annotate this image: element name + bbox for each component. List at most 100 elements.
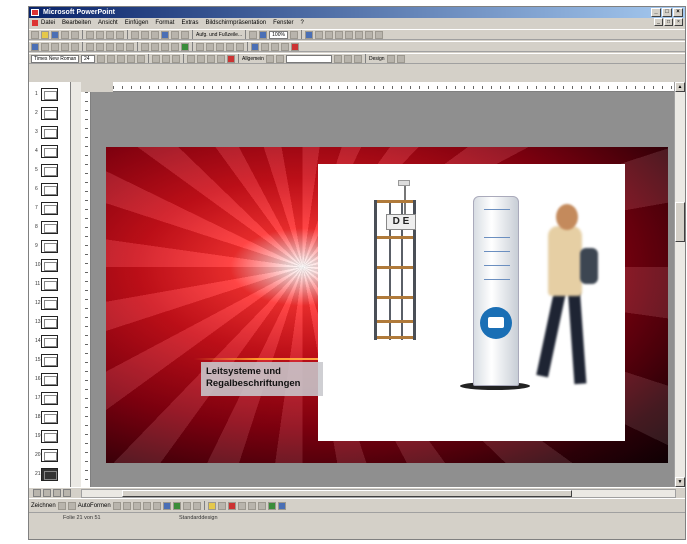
font-color-tool-icon[interactable] <box>227 501 236 510</box>
vertical-ruler[interactable] <box>81 92 91 487</box>
shadow-icon[interactable] <box>116 42 124 51</box>
arrow-icon[interactable] <box>333 54 342 63</box>
format-painter-icon[interactable] <box>116 30 124 39</box>
copy-icon[interactable] <box>96 30 104 39</box>
reset-picture-icon[interactable] <box>281 42 289 51</box>
help-icon[interactable] <box>289 30 298 39</box>
slide-thumbnail-image[interactable] <box>41 88 58 101</box>
slide-thumbnail[interactable]: 1 <box>35 88 65 102</box>
close-button[interactable]: × <box>673 8 683 17</box>
line-style-icon[interactable] <box>86 42 94 51</box>
rehearse-icon[interactable] <box>236 42 244 51</box>
slide-thumbnail[interactable]: 8 <box>35 221 65 235</box>
paste-icon[interactable] <box>106 30 114 39</box>
font-color-icon[interactable] <box>227 54 235 63</box>
slide-thumbnail-image[interactable] <box>41 392 58 405</box>
menu-extras[interactable]: Extras <box>181 20 198 26</box>
slide-thumbnail-image[interactable] <box>41 259 58 272</box>
insert-picture-icon[interactable] <box>192 501 201 510</box>
expand-icon[interactable] <box>259 30 268 39</box>
slide-thumbnail[interactable]: 11 <box>35 278 65 292</box>
doc-close-button[interactable]: × <box>674 18 683 26</box>
align-left-icon[interactable] <box>152 54 160 63</box>
draw-menu-button[interactable]: Zeichnen <box>31 503 56 509</box>
slide-thumbnail[interactable]: 20 <box>35 449 65 463</box>
slide-thumbnail-image[interactable] <box>41 145 58 158</box>
arrow-tool-icon[interactable] <box>122 501 131 510</box>
slide-thumbnail[interactable]: 10 <box>35 259 65 273</box>
slide-thumbnail-image[interactable] <box>41 164 58 177</box>
alignment-combo[interactable]: Allgemein <box>242 56 264 62</box>
wrap-icon[interactable] <box>261 42 269 51</box>
slide-thumbnail[interactable]: 3 <box>35 126 65 140</box>
italic-icon[interactable] <box>117 54 125 63</box>
product-photo[interactable]: D E <box>318 164 625 441</box>
increase-font-icon[interactable] <box>207 54 215 63</box>
slide-thumbnail-selected[interactable]: 21 <box>35 468 65 482</box>
slide-thumbnail[interactable]: 4 <box>35 145 65 159</box>
slide-editing-area[interactable]: D E Leitsysteme und Regalbeschriftungen <box>91 92 685 487</box>
slide-show-icon[interactable] <box>216 42 224 51</box>
show-markup-icon[interactable] <box>334 30 343 39</box>
arrow-style-icon[interactable] <box>106 42 114 51</box>
table-icon[interactable] <box>161 30 169 39</box>
font-size-combo[interactable]: 24 <box>81 54 95 63</box>
header-footer-button[interactable]: Aufg. und Fußzeile... <box>196 32 242 38</box>
slide-sorter-icon[interactable] <box>53 489 61 497</box>
font-name-combo[interactable]: Times New Roman <box>31 54 79 63</box>
accept-change-icon[interactable] <box>354 30 363 39</box>
align-icon[interactable] <box>51 42 59 51</box>
slide-thumbnail-image[interactable] <box>41 240 58 253</box>
select-objects-icon[interactable] <box>57 501 66 510</box>
arrow-style-tool-icon[interactable] <box>257 501 266 510</box>
review-icon[interactable] <box>314 30 323 39</box>
rotate-icon[interactable] <box>41 42 49 51</box>
slide-thumbnail[interactable]: 18 <box>35 411 65 425</box>
scroll-down-arrow-icon[interactable]: ▼ <box>675 477 685 487</box>
slides-panel-scrollbar[interactable] <box>71 82 81 487</box>
slide-thumbnail[interactable]: 6 <box>35 183 65 197</box>
wordart-icon[interactable] <box>162 501 171 510</box>
slide-thumbnail[interactable]: 16 <box>35 373 65 387</box>
slide-thumbnail-image[interactable] <box>41 202 58 215</box>
slide-thumbnail[interactable]: 5 <box>35 164 65 178</box>
menu-einfuegen[interactable]: Einfügen <box>125 20 149 26</box>
slide-thumbnail-image[interactable] <box>41 449 58 462</box>
new-slide-icon[interactable] <box>181 30 189 39</box>
hide-slide-icon[interactable] <box>226 42 234 51</box>
free-rotate-icon[interactable] <box>67 501 76 510</box>
bullets-icon[interactable] <box>197 54 205 63</box>
slide-thumbnail-image[interactable] <box>41 278 58 291</box>
textbox-icon[interactable] <box>152 501 161 510</box>
contrast-icon[interactable] <box>161 42 169 51</box>
picture-icon[interactable] <box>141 42 149 51</box>
hyperlink-icon[interactable] <box>151 30 159 39</box>
align-center-icon[interactable] <box>162 54 170 63</box>
line-color-2-icon[interactable] <box>353 54 362 63</box>
new-icon[interactable] <box>31 30 39 39</box>
slide-thumbnail[interactable]: 15 <box>35 354 65 368</box>
menu-datei[interactable]: Datei <box>41 20 55 26</box>
minimize-button[interactable]: _ <box>651 8 661 17</box>
line-style-combo[interactable] <box>285 54 332 63</box>
maximize-button[interactable]: □ <box>662 8 672 17</box>
slide-thumbnail-image[interactable] <box>41 126 58 139</box>
doc-minimize-button[interactable]: _ <box>654 18 663 26</box>
slide-thumbnail[interactable]: 7 <box>35 202 65 216</box>
slide-thumbnail[interactable]: 19 <box>35 430 65 444</box>
slide-caption-textbox[interactable]: Leitsysteme und Regalbeschriftungen <box>201 362 323 396</box>
decrease-font-icon[interactable] <box>217 54 225 63</box>
print-icon[interactable] <box>61 30 69 39</box>
redo-icon[interactable] <box>141 30 149 39</box>
underline-icon[interactable] <box>127 54 135 63</box>
order-icon[interactable] <box>61 42 69 51</box>
menu-ansicht[interactable]: Ansicht <box>98 20 118 26</box>
crop-icon[interactable] <box>151 42 159 51</box>
scroll-thumb[interactable] <box>675 202 685 242</box>
group-icon[interactable] <box>71 42 79 51</box>
recolor-icon[interactable] <box>181 42 189 51</box>
line-color-icon[interactable] <box>265 54 274 63</box>
open-icon[interactable] <box>41 30 49 39</box>
numbering-icon[interactable] <box>187 54 195 63</box>
outline-view-icon[interactable] <box>43 489 51 497</box>
